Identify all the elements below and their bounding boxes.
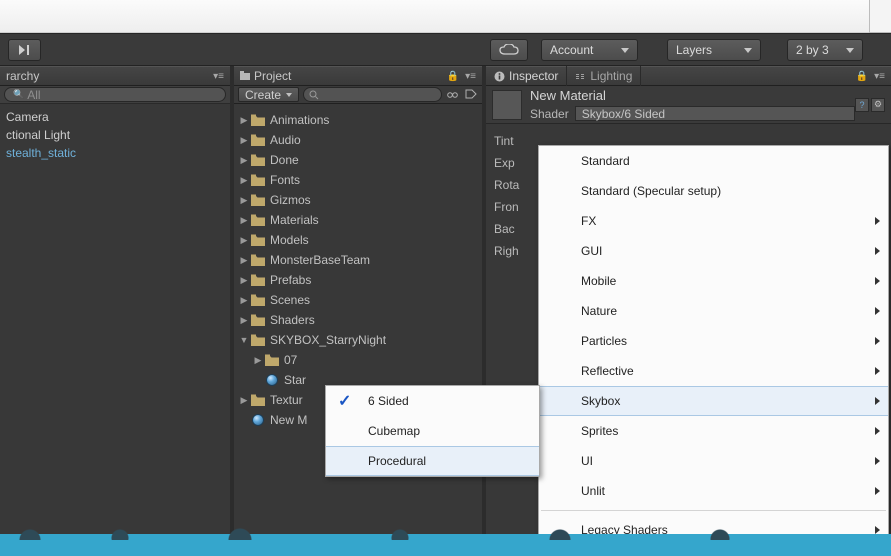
panel-menu-icon[interactable]: ▾≡: [213, 71, 224, 82]
layout-label: 2 by 3: [796, 43, 829, 57]
hierarchy-list: Cameractional Lightstealth_static: [0, 104, 230, 166]
main-toolbar: Account Layers 2 by 3: [0, 33, 891, 66]
info-icon: [494, 71, 505, 82]
help-icon[interactable]: ?: [855, 98, 869, 112]
lock-icon[interactable]: 🔒: [856, 71, 868, 82]
menu-item-particles[interactable]: Particles: [539, 326, 888, 356]
hierarchy-item[interactable]: ctional Light: [0, 126, 230, 144]
menu-item-unlit[interactable]: Unlit: [539, 476, 888, 506]
project-tab[interactable]: Project 🔒 ▾≡: [234, 66, 482, 86]
folder-item[interactable]: ▶Fonts: [234, 170, 482, 190]
create-dropdown[interactable]: Create: [238, 87, 299, 102]
material-thumbnail: [492, 90, 522, 120]
menu-item-standard-specular-setup-[interactable]: Standard (Specular setup): [539, 176, 888, 206]
folder-item[interactable]: ▶Prefabs: [234, 270, 482, 290]
lighting-icon: [575, 71, 586, 82]
tab-inspector[interactable]: Inspector: [486, 66, 567, 86]
folder-item-expanded[interactable]: ▼SKYBOX_StarryNight: [234, 330, 482, 350]
folder-item[interactable]: ▶Shaders: [234, 310, 482, 330]
folder-item[interactable]: ▶Done: [234, 150, 482, 170]
submenu-item-procedural[interactable]: Procedural: [326, 446, 539, 476]
tab-lighting[interactable]: Lighting: [567, 66, 641, 86]
search-placeholder: All: [27, 88, 40, 102]
lighting-tab-label: Lighting: [590, 69, 632, 83]
hierarchy-item[interactable]: stealth_static: [0, 144, 230, 162]
create-label: Create: [245, 88, 281, 102]
menu-item-gui[interactable]: GUI: [539, 236, 888, 266]
project-panel: Project 🔒 ▾≡ Create ▶Animations▶Audio▶Do…: [234, 66, 482, 556]
shader-label: Shader: [530, 107, 569, 121]
filter-by-type-icon[interactable]: [446, 88, 460, 102]
menu-item-standard[interactable]: Standard: [539, 146, 888, 176]
account-label: Account: [550, 43, 593, 57]
window-corner-box: [869, 0, 891, 33]
footer-decoration: [0, 534, 891, 556]
folder-item[interactable]: ▶Scenes: [234, 290, 482, 310]
submenu-item-6-sided[interactable]: ✓6 Sided: [326, 386, 539, 416]
layers-label: Layers: [676, 43, 712, 57]
shader-dropdown[interactable]: Skybox/6 Sided: [575, 106, 855, 121]
lock-icon[interactable]: 🔒: [447, 71, 459, 82]
inspector-header: Inspector Lighting 🔒 ▾≡: [486, 66, 891, 86]
hierarchy-panel: rarchy ▾≡ 🔍 All Cameractional Lightsteal…: [0, 66, 230, 556]
menu-item-mobile[interactable]: Mobile: [539, 266, 888, 296]
material-header: New Material Shader Skybox/6 Sided ? ⚙: [486, 86, 891, 124]
hierarchy-search-row: 🔍 All: [0, 86, 230, 104]
menu-item-sprites[interactable]: Sprites: [539, 416, 888, 446]
folder-item[interactable]: ▶Audio: [234, 130, 482, 150]
panel-menu-icon[interactable]: ▾≡: [874, 71, 885, 82]
hierarchy-tab[interactable]: rarchy ▾≡: [0, 66, 230, 86]
inspector-tab-label: Inspector: [509, 69, 558, 83]
material-name: New Material: [530, 88, 855, 103]
menu-item-nature[interactable]: Nature: [539, 296, 888, 326]
folder-item[interactable]: ▶Models: [234, 230, 482, 250]
hierarchy-title: rarchy: [6, 69, 39, 83]
project-search-input[interactable]: [303, 87, 442, 102]
project-icon: [240, 71, 250, 81]
menu-item-skybox[interactable]: Skybox: [539, 386, 888, 416]
cloud-button[interactable]: [490, 39, 528, 61]
account-dropdown[interactable]: Account: [541, 39, 638, 61]
project-toolbar: Create: [234, 86, 482, 104]
shader-value: Skybox/6 Sided: [582, 107, 665, 121]
menu-item-reflective[interactable]: Reflective: [539, 356, 888, 386]
shader-menu: StandardStandard (Specular setup)FXGUIMo…: [538, 145, 889, 546]
hierarchy-item[interactable]: Camera: [0, 108, 230, 126]
menu-item-ui[interactable]: UI: [539, 446, 888, 476]
filter-by-label-icon[interactable]: [464, 88, 478, 102]
folder-item[interactable]: ▶Materials: [234, 210, 482, 230]
folder-item[interactable]: ▶07: [234, 350, 482, 370]
folder-item[interactable]: ▶Animations: [234, 110, 482, 130]
layers-dropdown[interactable]: Layers: [667, 39, 761, 61]
submenu-item-cubemap[interactable]: Cubemap: [326, 416, 539, 446]
hierarchy-search-input[interactable]: 🔍 All: [4, 87, 226, 102]
project-title: Project: [254, 69, 291, 83]
menu-item-fx[interactable]: FX: [539, 206, 888, 236]
step-button[interactable]: [8, 39, 41, 61]
window-titlebar: [0, 0, 891, 33]
folder-item[interactable]: ▶MonsterBaseTeam: [234, 250, 482, 270]
menu-separator: [541, 510, 886, 511]
layout-dropdown[interactable]: 2 by 3: [787, 39, 863, 61]
skybox-submenu: ✓6 SidedCubemapProcedural: [325, 385, 540, 477]
panel-menu-icon[interactable]: ▾≡: [465, 71, 476, 82]
folder-item[interactable]: ▶Gizmos: [234, 190, 482, 210]
gear-icon[interactable]: ⚙: [871, 98, 885, 112]
